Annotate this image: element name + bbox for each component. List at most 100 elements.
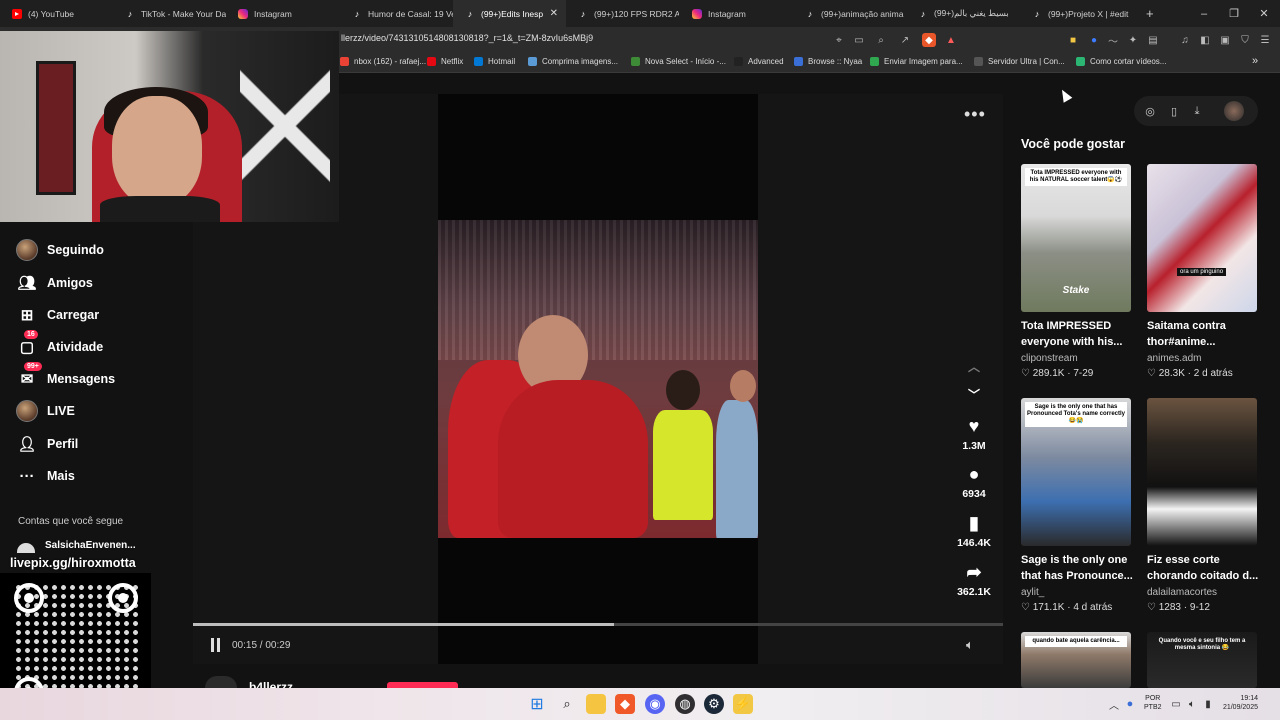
extension-vpn-icon[interactable]: ●	[1087, 33, 1101, 47]
sidebar-item-live[interactable]: LIVE	[16, 400, 75, 422]
recommend-title-text[interactable]: Fiz esse corte chorando coitado d...	[1147, 552, 1259, 584]
recommend-thumbnail[interactable]	[1147, 398, 1257, 546]
browser-tab[interactable]: ♪ (99+)Edits Inesp ✕	[453, 0, 566, 27]
bookmark-item[interactable]: Netflix	[427, 57, 463, 66]
recommend-username[interactable]: dalailamacortes	[1147, 587, 1217, 598]
user-avatar[interactable]	[1224, 101, 1244, 121]
recommend-username[interactable]: animes.adm	[1147, 353, 1201, 364]
extension-notes-icon[interactable]: ■	[1066, 33, 1080, 47]
bookmark-item[interactable]: Hotmail	[474, 57, 515, 66]
pause-icon[interactable]	[210, 638, 222, 652]
recommend-thumbnail[interactable]: Sage is the only one that has Pronounced…	[1021, 398, 1131, 546]
compass-icon[interactable]: ◎	[1141, 102, 1159, 120]
menu-icon[interactable]: ☰	[1258, 33, 1272, 47]
url-field[interactable]: llerzz/video/7431310514808130818?_r=1&_t…	[341, 33, 593, 43]
bookmark-item[interactable]: Enviar Imagem para...	[870, 57, 963, 66]
download-icon[interactable]: ⤓	[1188, 102, 1206, 120]
next-video-button[interactable]: ﹀	[944, 385, 1004, 409]
bookmark-item[interactable]: Nova Select - Início -...	[631, 57, 726, 66]
recommend-username[interactable]: aylit_	[1021, 587, 1044, 598]
discord-icon[interactable]: ◉	[645, 694, 665, 714]
zoom-icon[interactable]: ⌕	[874, 33, 888, 47]
cast-icon[interactable]: ▭	[852, 33, 866, 47]
minimize-button[interactable]: –	[1188, 0, 1220, 27]
browser-tab[interactable]: (4) YouTube	[0, 0, 113, 27]
bookmark-item[interactable]: Browse :: Nyaa	[794, 57, 862, 66]
sidebar-item-perfil[interactable]: 👤︎ Perfil	[16, 433, 78, 455]
extension-translate-icon[interactable]: 〜	[1106, 33, 1120, 48]
keyboard-language[interactable]: POR PTB2	[1144, 694, 1162, 712]
browser-tab[interactable]: Instagram	[680, 0, 793, 27]
browser-tab[interactable]: ♪ (99+)animação anima	[793, 0, 906, 27]
browser-tab[interactable]: ♪ (99+)Projeto X | #edit	[1020, 0, 1133, 27]
recommend-title-text[interactable]: Sage is the only one that has Pronounce.…	[1021, 552, 1133, 584]
browser-tab[interactable]: ♪ (99+)بسيط يغني بالم	[906, 0, 1019, 27]
recommend-thumbnail[interactable]: ora um pinguino	[1147, 164, 1257, 312]
brave-browser-icon[interactable]: ◆	[615, 694, 635, 714]
sidebar-item-seguindo[interactable]: Seguindo	[16, 239, 104, 261]
tiktok-icon: ♪	[580, 8, 586, 19]
shield-icon[interactable]: ⛉	[1238, 33, 1252, 47]
more-options-icon[interactable]: •••	[964, 104, 986, 125]
close-tab-icon[interactable]: ✕	[550, 8, 558, 19]
sidebar-item-amigos[interactable]: 👥︎ Amigos	[16, 272, 92, 294]
windows-taskbar	[0, 688, 1280, 720]
brave-shield-icon[interactable]: ◆	[922, 33, 936, 47]
split-view-icon[interactable]: ◧	[1198, 33, 1212, 47]
wallet-icon[interactable]: ▣	[1218, 33, 1232, 47]
brave-rewards-icon[interactable]: ▲	[944, 33, 958, 47]
sidebar-item-mais[interactable]: ··· Mais	[16, 465, 75, 487]
wall-picture	[36, 61, 76, 195]
share-icon[interactable]: ↗	[898, 33, 912, 47]
sidebar-item-carregar[interactable]: ⊞ Carregar	[16, 304, 99, 326]
share-button[interactable]: ➦ 362.1K	[944, 562, 1004, 598]
sidebar-item-atividade[interactable]: ▢ 16 Atividade	[16, 330, 103, 358]
tray-app-icon[interactable]: ●	[1120, 694, 1140, 714]
browser-tab[interactable]: Instagram	[226, 0, 339, 27]
recommend-thumbnail[interactable]: quando bate aquela carência...	[1021, 632, 1131, 688]
prev-video-button[interactable]: ︿	[944, 357, 1004, 381]
recommend-title-text[interactable]: Tota IMPRESSED everyone with his...	[1021, 318, 1133, 350]
bookmark-item[interactable]: Advanced	[734, 57, 784, 66]
following-account[interactable]: SalsichaEnvenen...	[17, 537, 136, 553]
close-window-button[interactable]: ✕	[1248, 0, 1280, 27]
obs-icon[interactable]: ◍	[675, 694, 695, 714]
recommend-username[interactable]: cliponstream	[1021, 353, 1078, 364]
browser-tab[interactable]: ♪ Humor de Casal: 19 Ve	[340, 0, 453, 27]
bookmarks-overflow-button[interactable]: »	[1252, 55, 1258, 67]
restore-button[interactable]: ❐	[1218, 0, 1250, 27]
like-button[interactable]: ♥ 1.3M	[944, 416, 1004, 452]
bookmark-item[interactable]: nbox (162) - rafaej...	[340, 57, 426, 66]
extensions-icon[interactable]: ✦	[1126, 33, 1140, 47]
windows-start-icon[interactable]: ⊞	[527, 694, 547, 714]
tray-clock[interactable]: 19:14 21/09/2025	[1210, 694, 1258, 712]
browser-tab[interactable]: ♪ (99+)120 FPS RDR2 A	[566, 0, 679, 27]
sidebar-item-mensagens[interactable]: ✉ 99+ Mensagens	[16, 362, 115, 390]
recommend-thumbnail[interactable]: Tota IMPRESSED everyone with his NATURAL…	[1021, 164, 1131, 312]
media-icon[interactable]: ♫	[1178, 33, 1192, 47]
screen-share-icon[interactable]: ⌖	[832, 33, 846, 47]
meta-separator: ·	[1184, 368, 1194, 379]
app-icon[interactable]: ⚡	[733, 694, 753, 714]
browser-tab[interactable]: ♪ TikTok - Make Your Da	[113, 0, 226, 27]
file-explorer-icon[interactable]	[586, 694, 606, 714]
recommend-thumbnail[interactable]: Quando você e seu filho tem a mesma sint…	[1147, 632, 1257, 688]
bookmark-item[interactable]: Como cortar vídeos...	[1076, 57, 1166, 66]
author-avatar[interactable]	[205, 676, 237, 688]
bookmark-item[interactable]: Servidor Ultra | Con...	[974, 57, 1065, 66]
following-heading: Contas que você segue	[18, 516, 124, 527]
save-button[interactable]: ▮ 146.4K	[944, 513, 1004, 549]
recommend-likes: 171.1K	[1032, 602, 1065, 613]
browser-tab-label: (99+)120 FPS RDR2 A	[594, 8, 679, 19]
meta-separator: ·	[1181, 602, 1190, 613]
phone-icon[interactable]: ▯	[1165, 102, 1183, 120]
sidebar-toggle-icon[interactable]: ▤	[1146, 33, 1160, 47]
volume-icon[interactable]: 🔈︎	[966, 637, 974, 653]
bookmark-item[interactable]: Comprima imagens...	[528, 57, 618, 66]
search-icon[interactable]: ⌕	[557, 694, 577, 714]
comment-button[interactable]: ● 6934	[944, 464, 1004, 500]
new-tab-button[interactable]: +	[1146, 6, 1154, 21]
video-frame[interactable]	[438, 220, 758, 538]
steam-icon[interactable]: ⚙	[704, 694, 724, 714]
recommend-title-text[interactable]: Saitama contra thor#anime...	[1147, 318, 1259, 350]
